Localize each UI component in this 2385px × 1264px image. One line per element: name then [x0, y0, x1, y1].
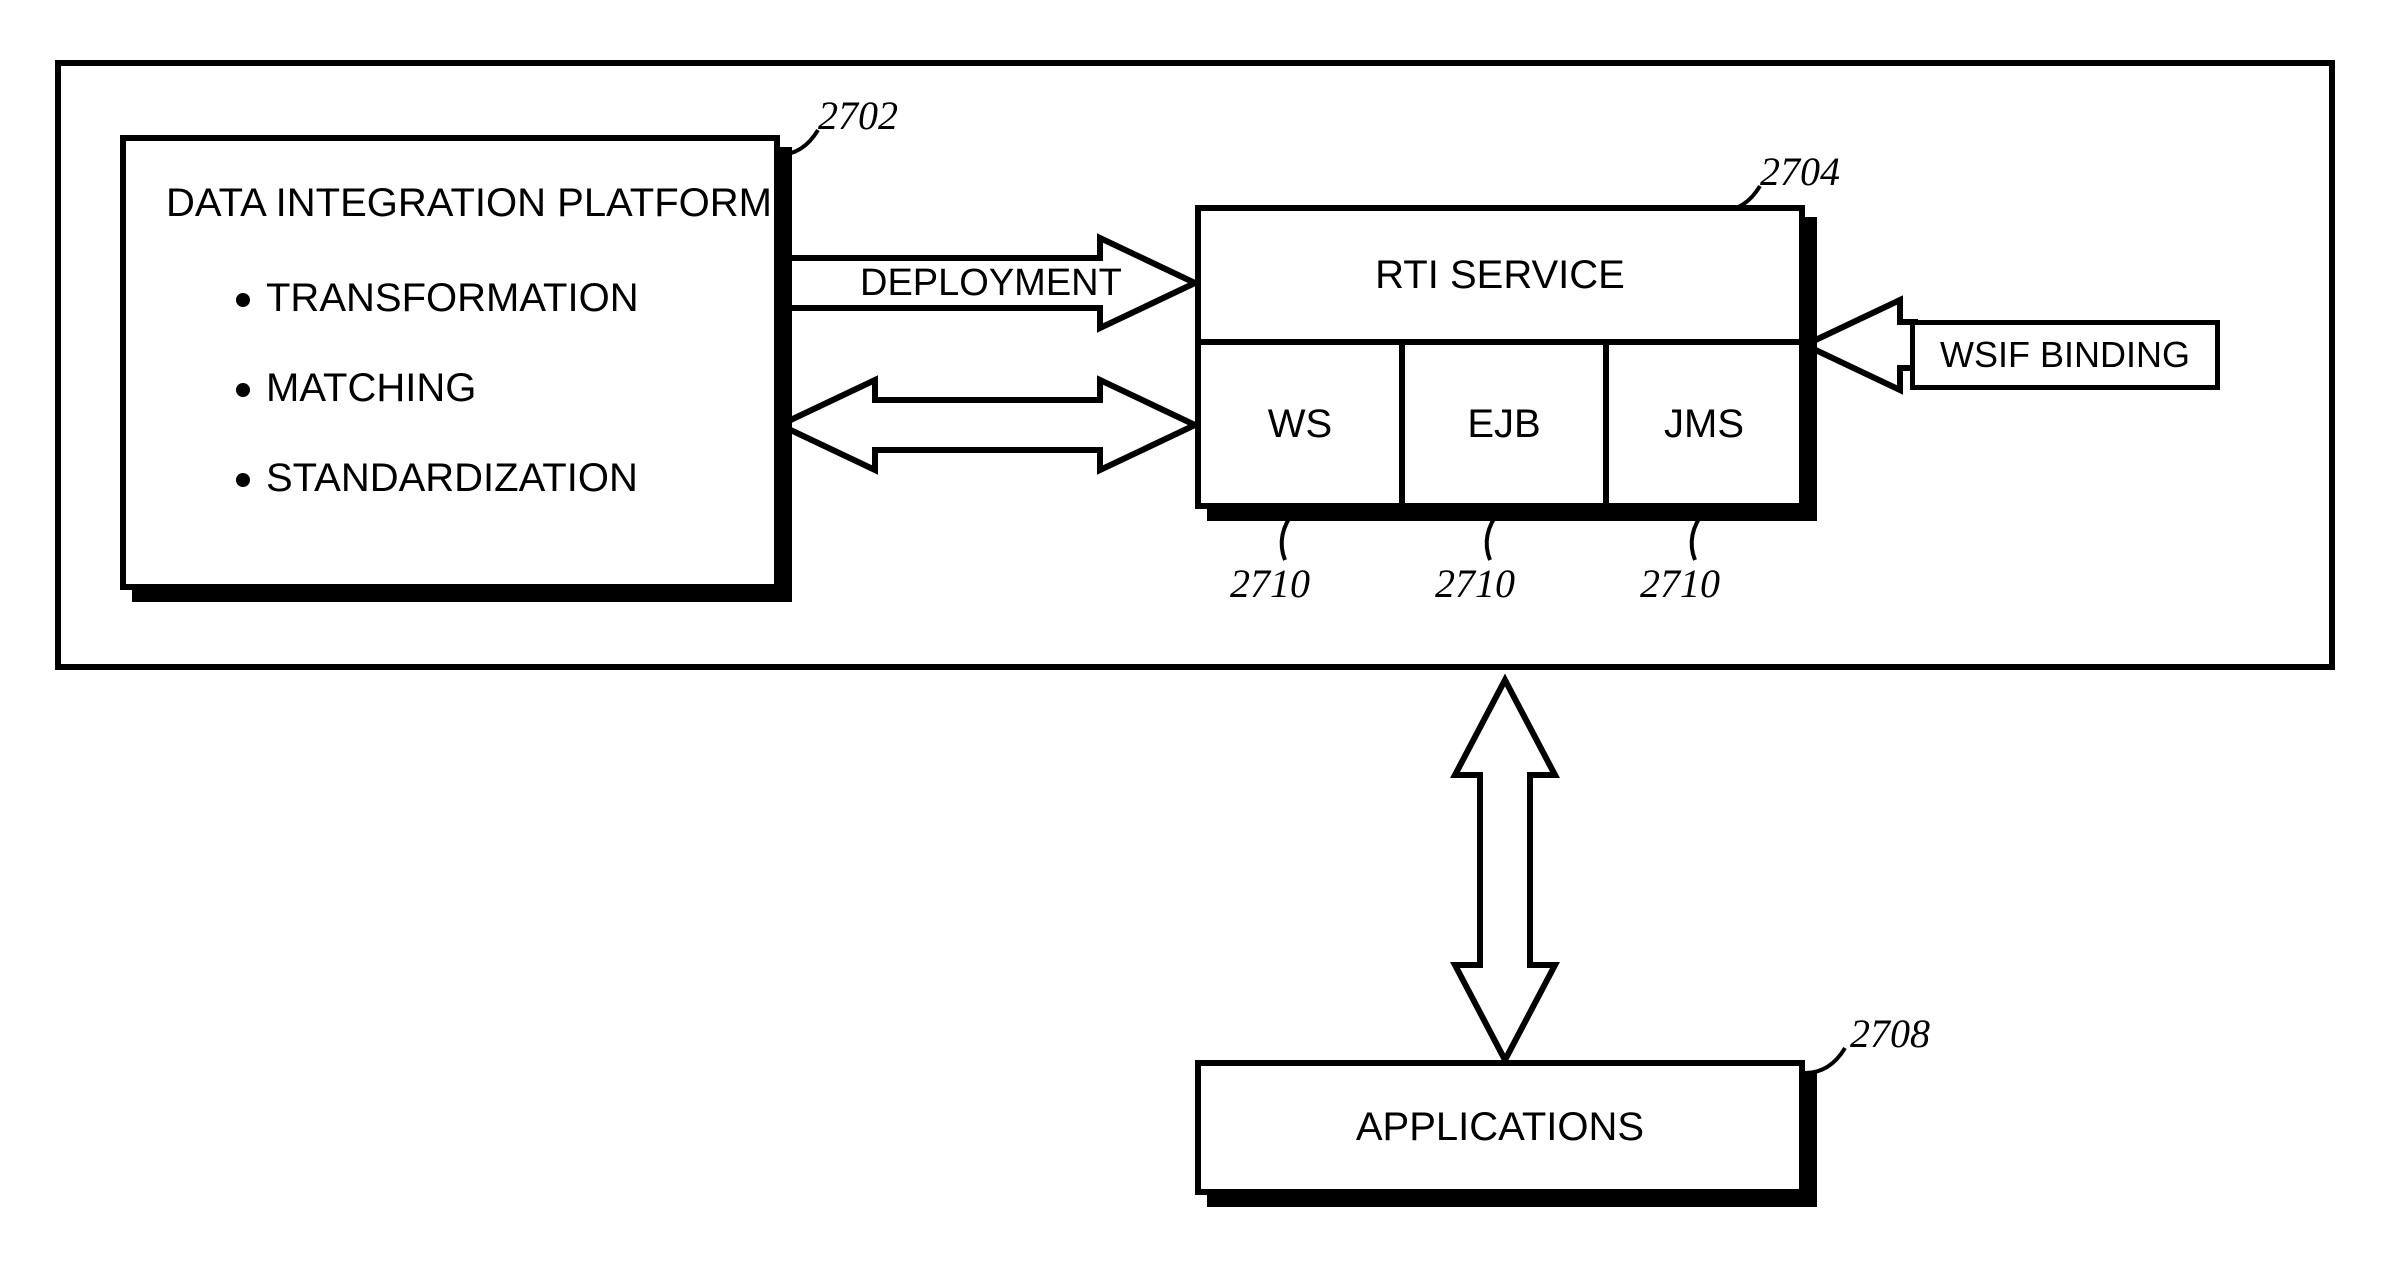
ref-rti: 2704	[1760, 148, 1840, 195]
wsif-arrow	[1805, 300, 1915, 390]
ref-applications: 2708	[1850, 1010, 1930, 1057]
rti-title: RTI SERVICE	[1375, 253, 1625, 298]
ref-jms: 2710	[1640, 560, 1720, 607]
platform-bullet-0: TRANSFORMATION	[236, 276, 639, 321]
platform-bullet-2: STANDARDIZATION	[236, 456, 638, 501]
ejb-box: EJB	[1399, 339, 1609, 509]
applications-label: APPLICATIONS	[1356, 1105, 1644, 1150]
vertical-arrow	[1455, 680, 1555, 1060]
platform-title: DATA INTEGRATION PLATFORM	[166, 181, 772, 226]
applications-box: APPLICATIONS	[1195, 1060, 1805, 1195]
ws-box: WS	[1195, 339, 1405, 509]
jms-label: JMS	[1664, 402, 1744, 447]
deployment-label: DEPLOYMENT	[860, 262, 1122, 305]
jms-box: JMS	[1603, 339, 1805, 509]
ws-label: WS	[1268, 402, 1332, 447]
wsif-box: WSIF BINDING	[1910, 320, 2220, 390]
platform-box: DATA INTEGRATION PLATFORM TRANSFORMATION…	[120, 135, 780, 590]
bidir-arrow	[780, 380, 1195, 470]
wsif-label: WSIF BINDING	[1940, 334, 2190, 376]
ref-platform: 2702	[818, 92, 898, 139]
platform-bullet-1: MATCHING	[236, 366, 476, 411]
ref-ejb: 2710	[1435, 560, 1515, 607]
ejb-label: EJB	[1467, 402, 1540, 447]
rti-service-box: RTI SERVICE	[1195, 205, 1805, 345]
diagram-stage: DATA INTEGRATION PLATFORM TRANSFORMATION…	[0, 0, 2385, 1264]
ref-ws: 2710	[1230, 560, 1310, 607]
